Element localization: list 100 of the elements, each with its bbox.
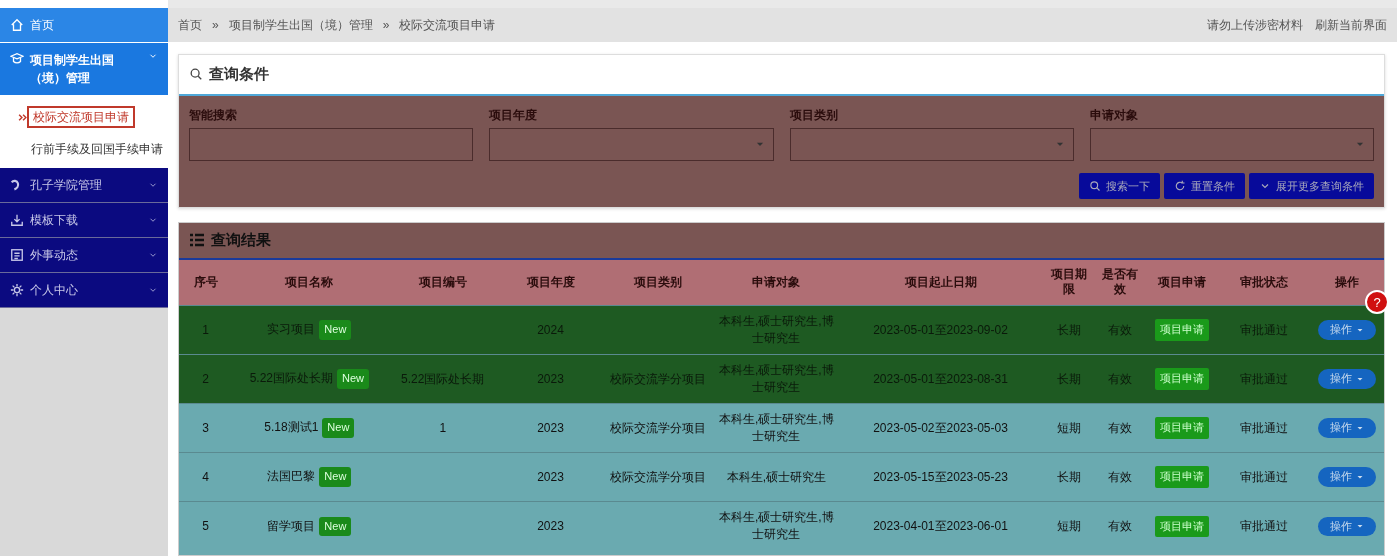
sidebar-item[interactable]: 外事动态: [0, 238, 168, 273]
table-cell: 2: [202, 371, 209, 386]
select-field[interactable]: [1089, 127, 1374, 161]
table-cell: 5: [202, 518, 209, 533]
table-cell: 审批通过: [1239, 420, 1288, 435]
table-cell: 2023-04-01至2023-06-01: [873, 518, 1008, 533]
table-cell: 校际交流学分项目: [610, 420, 707, 435]
table-cell: 2023: [537, 469, 564, 484]
breadcrumb-separator: »: [382, 17, 390, 34]
breadcrumb-link[interactable]: 项目制学生出国（境）管理: [228, 16, 373, 34]
table-cell: 本科生,硕士研究生,博士研究生: [718, 510, 834, 542]
action-button[interactable]: 操作: [1318, 467, 1376, 487]
reset-button[interactable]: 重置条件: [1164, 172, 1245, 199]
table-cell: 2024: [537, 322, 564, 337]
table-cell: 2023-05-02至2023-05-03: [873, 420, 1008, 435]
table-cell: 有效: [1108, 371, 1133, 386]
sidebar-item[interactable]: 模板下载: [0, 203, 168, 238]
table-cell: 有效: [1108, 518, 1133, 533]
select-field[interactable]: [789, 127, 1074, 161]
caret-down-icon: [1356, 473, 1364, 481]
field-label: 申请对象: [1089, 106, 1139, 124]
apply-badge[interactable]: 项目申请: [1154, 368, 1209, 390]
project-name: 实习项目: [267, 322, 316, 337]
action-button[interactable]: 操作: [1318, 516, 1376, 536]
table-cell: 校际交流学分项目: [610, 469, 707, 484]
header-link[interactable]: 刷新当前界面: [1315, 16, 1387, 34]
table-cell: 校际交流学分项目: [610, 371, 707, 386]
new-badge: New: [337, 369, 369, 389]
input-field[interactable]: [189, 127, 474, 161]
table-cell: 有效: [1108, 420, 1133, 435]
table-cell: 2023: [537, 371, 564, 386]
refresh-icon: [1174, 179, 1186, 192]
table-cell: 本科生,硕士研究生,博士研究生: [718, 412, 834, 443]
table-cell: 2023: [537, 518, 564, 533]
action-button[interactable]: 操作: [1318, 320, 1376, 340]
table-cell: 长期: [1056, 371, 1081, 386]
table-cell: 3: [202, 420, 209, 435]
table-cell: 1: [439, 420, 447, 435]
apply-badge[interactable]: 项目申请: [1154, 466, 1209, 488]
apply-badge[interactable]: 项目申请: [1154, 515, 1209, 537]
help-button[interactable]: ?: [1365, 290, 1389, 314]
new-badge: New: [319, 320, 352, 340]
breadcrumb-link[interactable]: 首页: [178, 16, 202, 34]
search-icon: [1089, 179, 1101, 192]
expand-button[interactable]: 展开更多查询条件: [1249, 172, 1374, 199]
table-cell: 2023-05-15至2023-05-23: [873, 469, 1008, 484]
breadcrumb-separator: »: [212, 17, 219, 34]
table-cell: 长期: [1056, 322, 1081, 337]
select-field[interactable]: [489, 127, 774, 161]
table-cell: 本科生,硕士研究生,博士研究生: [718, 363, 834, 394]
apply-badge[interactable]: 项目申请: [1154, 417, 1209, 439]
double-chevron-icon: [18, 112, 27, 122]
header-link[interactable]: 请勿上传涉密材料: [1207, 16, 1303, 34]
action-button[interactable]: 操作: [1318, 369, 1376, 389]
project-name: 5.22国际处长期: [249, 371, 333, 386]
table-cell: 4: [202, 469, 209, 484]
table-cell: 有效: [1108, 322, 1133, 337]
graduation-cap-icon: [10, 51, 24, 65]
panel-title: 查询结果: [211, 230, 271, 250]
table-cell: 审批通过: [1239, 322, 1288, 337]
table-cell: 1: [202, 322, 209, 337]
project-name: 留学项目: [267, 518, 316, 533]
search-button[interactable]: 搜索一下: [1079, 172, 1160, 199]
table-cell: 5.22国际处长期: [401, 371, 485, 386]
field-label: 项目年度: [489, 106, 539, 124]
table-cell: 审批通过: [1239, 469, 1288, 484]
action-button[interactable]: 操作: [1318, 418, 1376, 438]
caret-down-icon: [1356, 375, 1364, 383]
list-icon: [189, 232, 205, 249]
search-icon: [189, 67, 203, 82]
sidebar-item[interactable]: 项目制学生出国（境）管理: [0, 43, 168, 96]
table-cell: 审批通过: [1239, 371, 1288, 386]
apply-badge[interactable]: 项目申请: [1154, 319, 1209, 341]
sidebar-item[interactable]: 个人中心: [0, 273, 168, 308]
table-cell: 本科生,硕士研究生,博士研究生: [718, 314, 834, 345]
field-label: 项目类别: [789, 106, 839, 124]
breadcrumb-link[interactable]: 校际交流项目申请: [399, 16, 496, 34]
field-label: 智能搜索: [189, 106, 238, 124]
table-cell: 2023-05-01至2023-09-02: [873, 322, 1008, 337]
table-cell: 短期: [1056, 518, 1081, 533]
new-badge: New: [319, 516, 352, 536]
new-badge: New: [322, 418, 355, 438]
sidebar-item[interactable]: 首页: [0, 8, 168, 43]
table-cell: 2023-05-01至2023-08-31: [873, 371, 1008, 386]
home-icon: [10, 18, 24, 32]
table-cell: 本科生,硕士研究生: [726, 469, 826, 484]
document-icon: [10, 248, 24, 262]
caret-down-icon: [1356, 424, 1364, 432]
table-cell: 长期: [1056, 469, 1081, 484]
table-cell: 短期: [1056, 420, 1081, 435]
new-badge: New: [319, 467, 352, 487]
project-name: 法国巴黎: [267, 469, 316, 484]
sidebar-item[interactable]: 孔子学院管理: [0, 168, 168, 203]
project-name: 5.18测试1: [264, 420, 319, 435]
table-cell: 2023: [537, 420, 564, 435]
table-cell: 审批通过: [1239, 518, 1288, 533]
download-icon: [10, 213, 24, 227]
submenu-item[interactable]: 校际交流项目申请: [14, 100, 168, 134]
panel-title: 查询条件: [209, 64, 269, 84]
submenu-item[interactable]: 行前手续及回国手续申请: [14, 134, 168, 164]
